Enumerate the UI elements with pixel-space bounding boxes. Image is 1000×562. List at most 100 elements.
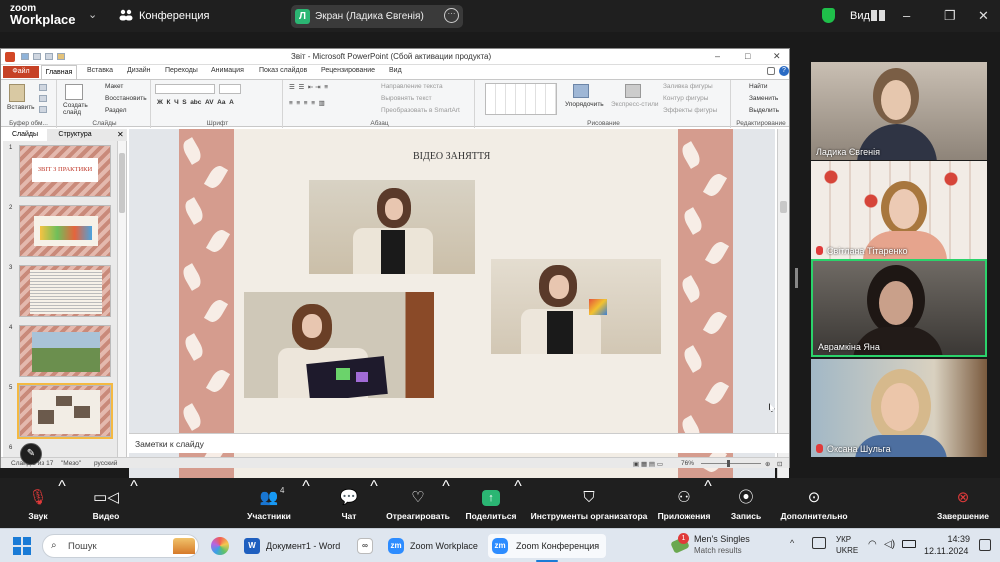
share-button[interactable]: ↑ Поделиться — [462, 478, 520, 528]
ribbon-minimize-icon[interactable] — [767, 67, 775, 75]
more-icon[interactable]: ··· — [444, 8, 459, 23]
app-icon[interactable]: ∞ — [357, 538, 373, 554]
chat-options-chevron[interactable]: ^ — [370, 478, 378, 528]
share-options-chevron[interactable]: ^ — [514, 478, 522, 528]
tab-view[interactable]: Вид — [389, 67, 402, 79]
tab-animations[interactable]: Анимация — [211, 67, 244, 79]
end-meeting-button[interactable]: ⊗ Завершение — [934, 478, 992, 528]
paste-icon[interactable] — [9, 84, 25, 102]
taskbar-zoom-workplace[interactable]: zm Zoom Workplace — [384, 534, 484, 558]
tab-review[interactable]: Рецензирование — [321, 67, 375, 79]
fit-slide-icon[interactable]: ⊡ — [777, 460, 782, 468]
video-frame-2[interactable] — [491, 259, 661, 354]
ppt-close-icon[interactable]: ✕ — [773, 51, 781, 62]
audio-options-chevron[interactable]: ^ — [58, 478, 66, 528]
participant-tile-1[interactable]: Ладика Євгенія — [811, 62, 987, 160]
undo-icon[interactable] — [33, 53, 41, 60]
close-icon[interactable]: ✕ — [978, 8, 989, 24]
ppt-maximize-icon[interactable]: □ — [745, 51, 750, 61]
zoom-slider[interactable] — [701, 463, 761, 464]
reset-button[interactable]: Восстановить — [105, 95, 147, 102]
current-slide[interactable]: ВІДЕО ЗАНЯТТЯ — [179, 129, 733, 481]
annotate-pencil-icon[interactable]: ✎ — [20, 443, 42, 465]
video-button[interactable]: ▭◁ Видео — [84, 478, 128, 528]
wifi-icon[interactable]: ◠ — [868, 539, 877, 550]
tab-insert[interactable]: Вставка — [87, 67, 113, 79]
section-button[interactable]: Раздел — [105, 107, 126, 114]
participants-button[interactable]: 👥 4 Участники — [240, 478, 298, 528]
redo-icon[interactable] — [45, 53, 53, 60]
font-size-select[interactable] — [219, 84, 241, 94]
tab-slideshow[interactable]: Показ слайдов — [259, 67, 307, 79]
video-frame-1[interactable] — [309, 180, 475, 274]
slide-thumbnail-4[interactable] — [19, 325, 111, 377]
select-button[interactable]: Выделить — [749, 107, 779, 114]
clock-date[interactable]: 12.11.2024 — [924, 546, 968, 556]
taskbar-word[interactable]: W Документ1 - Word — [240, 534, 346, 558]
minimize-icon[interactable]: – — [903, 8, 910, 23]
participants-options-chevron[interactable]: ^ — [302, 478, 310, 528]
shape-outline-button[interactable]: Контур фигуры — [663, 95, 708, 102]
replace-button[interactable]: Заменить — [749, 95, 778, 102]
smartart-button[interactable]: Преобразовать в SmartArt — [381, 107, 460, 114]
more-button[interactable]: ⊙ Дополнительно — [778, 478, 850, 528]
security-shield-icon[interactable] — [822, 8, 835, 23]
participant-tile-4[interactable]: Оксана Шульга — [811, 359, 987, 457]
participant-tile-2[interactable]: Світлана Тітаренко — [811, 161, 987, 259]
apps-options-chevron[interactable]: ^ — [704, 478, 712, 528]
tab-file[interactable]: Файл — [3, 66, 39, 78]
new-slide-icon[interactable] — [65, 84, 83, 100]
find-button[interactable]: Найти — [749, 83, 768, 90]
video-frame-3[interactable] — [244, 292, 434, 398]
help-icon[interactable]: ? — [779, 66, 789, 76]
shape-fill-button[interactable]: Заливка фигуры — [663, 83, 713, 90]
slide-thumbnail-5[interactable] — [17, 383, 113, 439]
tab-transitions[interactable]: Переходы — [165, 67, 198, 79]
tab-outline[interactable]: Структура — [53, 129, 97, 141]
arrange-icon[interactable] — [573, 84, 589, 98]
quick-styles-icon[interactable] — [625, 84, 641, 98]
notifications-icon[interactable] — [979, 539, 991, 551]
record-button[interactable]: ⦿ Запись — [726, 478, 766, 528]
react-options-chevron[interactable]: ^ — [442, 478, 450, 528]
tray-app-icon[interactable] — [812, 537, 826, 549]
align-icon[interactable]: ≡ ≡ ≡ ≡ ▥ — [289, 99, 325, 107]
taskbar-zoom-conference[interactable]: zm Zoom Конференция — [488, 534, 606, 558]
cut-icon[interactable] — [39, 84, 47, 91]
arrange-button[interactable]: Упорядочить — [565, 101, 604, 108]
maximize-icon[interactable]: ❐ — [944, 8, 956, 24]
zoom-slider-handle[interactable] — [727, 460, 730, 467]
slide-thumbnail-3[interactable] — [19, 265, 111, 317]
battery-icon[interactable] — [902, 540, 916, 548]
tab-design[interactable]: Дизайн — [127, 67, 151, 79]
close-pane-icon[interactable]: ✕ — [117, 130, 124, 139]
chat-button[interactable]: 💬 Чат — [330, 478, 368, 528]
keyboard-layout[interactable]: UKRE — [836, 546, 858, 555]
save-icon[interactable] — [21, 53, 29, 60]
shape-effects-button[interactable]: Эффекты фигуры — [663, 107, 717, 114]
tray-chevron-icon[interactable]: ^ — [790, 538, 794, 548]
create-slide-button[interactable]: Создать слайд — [63, 102, 93, 116]
slide-thumbnail-1[interactable]: ЗВІТ З ПРАКТИКИ — [19, 145, 111, 197]
slideshow-icon[interactable] — [57, 53, 65, 60]
taskbar-search-box[interactable]: ⌕ — [42, 534, 199, 558]
tab-slides[interactable]: Слайды — [3, 129, 47, 141]
view-buttons[interactable]: ▣ ▦ ▤ ▭ — [633, 460, 663, 468]
notes-pane[interactable]: Заметки к слайду — [129, 433, 789, 453]
keyboard-language[interactable]: УКР — [836, 535, 851, 544]
clock-time[interactable]: 14:39 — [942, 534, 970, 544]
zoom-in-icon[interactable]: ⊕ — [765, 460, 770, 468]
audio-button[interactable]: 🎙 Звук — [16, 478, 60, 528]
format-painter-icon[interactable] — [39, 106, 47, 113]
tennis-widget-icon[interactable]: 1 — [670, 533, 690, 554]
quick-access-toolbar[interactable] — [21, 52, 91, 62]
bullets-icon[interactable]: ☰ ☰ ⇤ ⇥ ≡ — [289, 83, 328, 91]
slide-thumbnail-2[interactable] — [19, 205, 111, 257]
video-options-chevron[interactable]: ^ — [130, 478, 138, 528]
pane-scrollbar[interactable] — [117, 141, 126, 457]
chevron-down-icon[interactable]: ⌄ — [88, 8, 97, 21]
copy-icon[interactable] — [39, 95, 47, 102]
windows-start-icon[interactable] — [13, 537, 31, 555]
layout-button[interactable]: Макет — [105, 83, 123, 90]
view-button[interactable]: Вид — [850, 10, 870, 22]
